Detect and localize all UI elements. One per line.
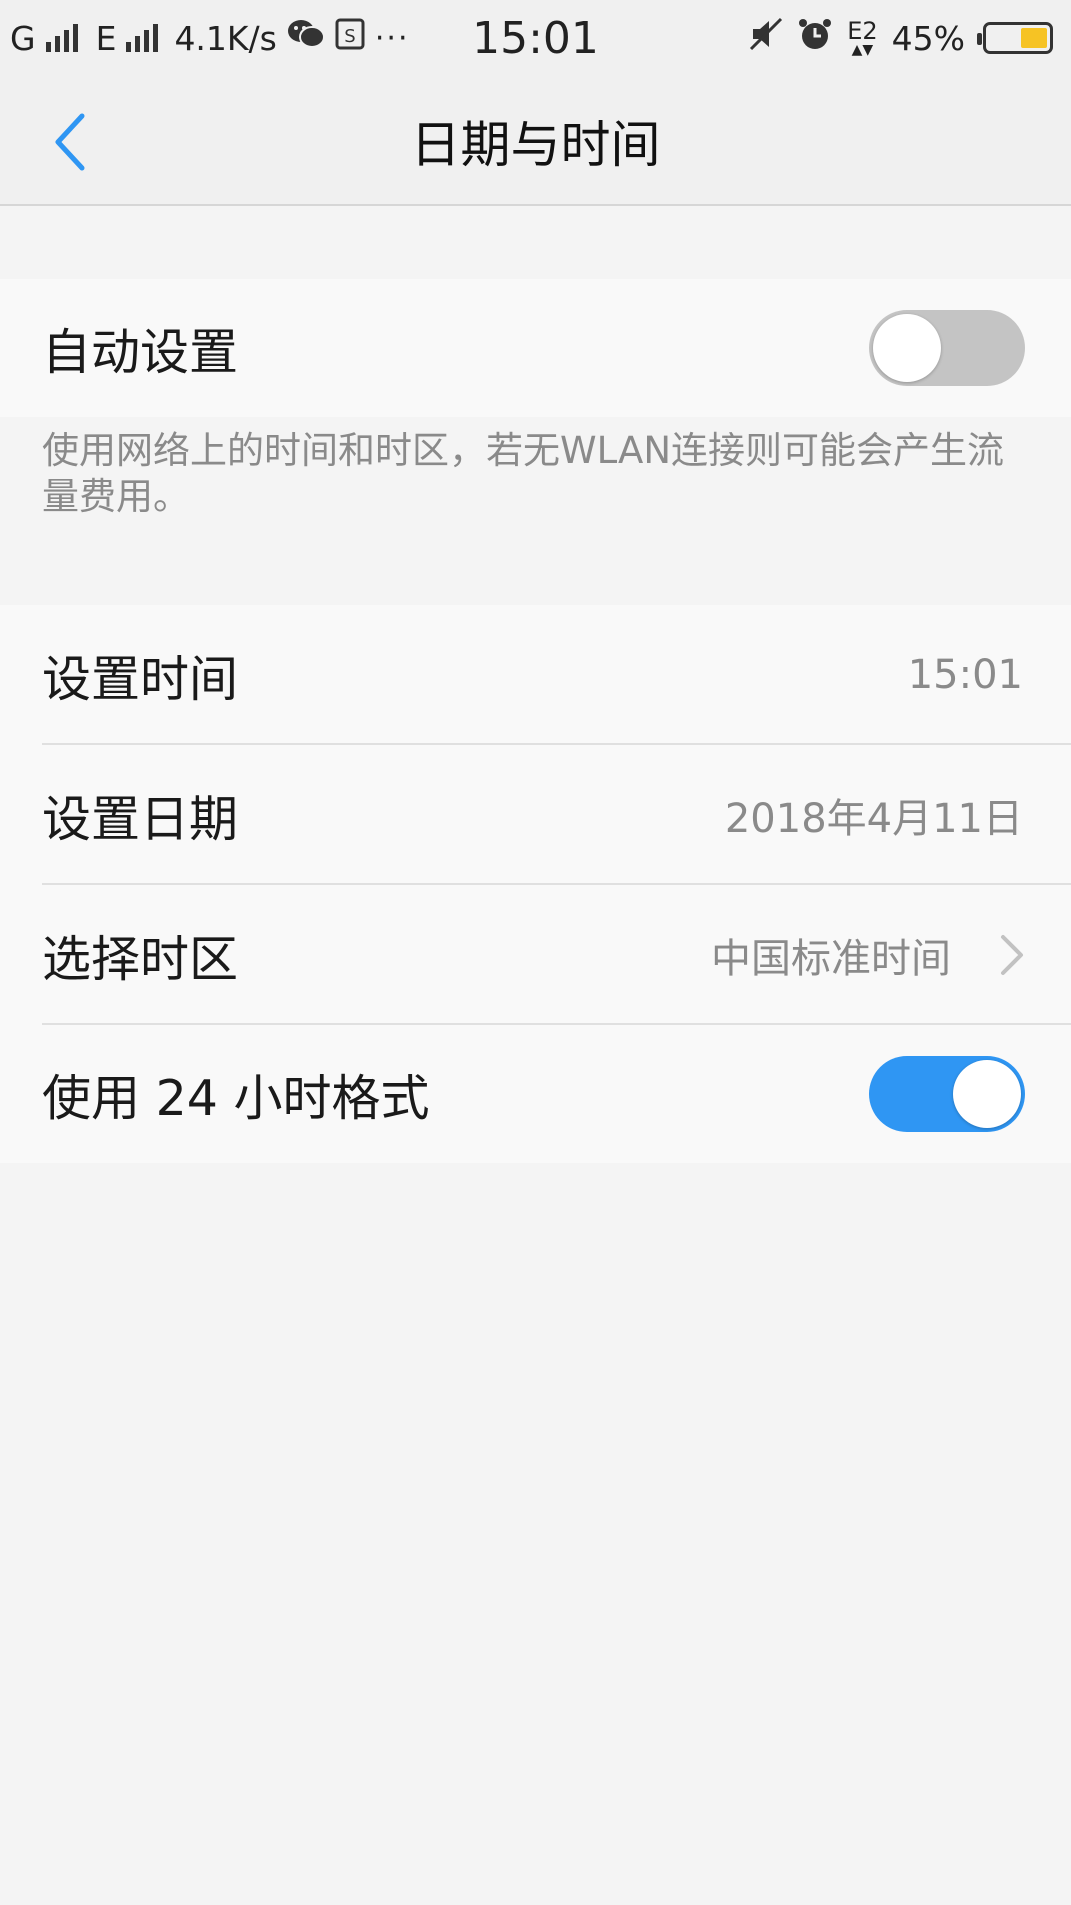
set-date-label: 设置日期	[42, 790, 239, 848]
network-type-icon: E2 ▲▼	[847, 17, 878, 58]
carrier1-label: G	[10, 18, 36, 58]
auto-setting-label: 自动设置	[42, 323, 239, 381]
timezone-value: 中国标准时间	[711, 936, 951, 982]
set-time-row[interactable]: 设置时间 15:01	[0, 605, 1071, 745]
set-time-label: 设置时间	[42, 650, 239, 708]
alarm-icon	[797, 16, 833, 60]
timezone-row[interactable]: 选择时区 中国标准时间	[0, 885, 1071, 1025]
mute-icon	[749, 17, 783, 59]
set-date-row[interactable]: 设置日期 2018年4月11日	[0, 745, 1071, 885]
toggle-knob	[953, 1060, 1021, 1128]
battery-percent: 45%	[891, 18, 965, 58]
svg-text:S: S	[344, 26, 355, 47]
wechat-icon	[287, 18, 325, 58]
status-bar: G E 4.1K/s S ··· 15:01 E2 ▲▼ 45%	[0, 0, 1071, 76]
battery-icon	[977, 22, 1053, 54]
signal-icon	[126, 24, 159, 52]
format24-toggle[interactable]	[869, 1056, 1025, 1132]
format24-label: 使用 24 小时格式	[42, 1069, 430, 1127]
status-bar-left: G E 4.1K/s S ···	[10, 0, 409, 76]
auto-setting-row[interactable]: 自动设置	[0, 279, 1071, 417]
signal-icon	[45, 24, 78, 52]
title-bar: 日期与时间	[0, 76, 1071, 206]
set-time-value: 15:01	[907, 652, 1023, 698]
set-date-value: 2018年4月11日	[724, 796, 1023, 842]
status-bar-right: E2 ▲▼ 45%	[749, 0, 1053, 76]
sim-icon: S	[335, 18, 365, 58]
auto-setting-description: 使用网络上的时间和时区，若无WLAN连接则可能会产生流量费用。	[42, 429, 1005, 518]
toggle-knob	[873, 314, 941, 382]
auto-setting-card: 自动设置	[0, 279, 1071, 417]
auto-setting-toggle[interactable]	[869, 310, 1025, 386]
more-notifications-icon: ···	[374, 20, 410, 56]
time-settings-card: 设置时间 15:01 设置日期 2018年4月11日 选择时区 中国标准时间 使…	[0, 605, 1071, 1163]
carrier2-label: E	[95, 18, 117, 58]
page-title: 日期与时间	[410, 116, 661, 174]
chevron-right-icon	[1001, 935, 1023, 975]
timezone-label: 选择时区	[42, 930, 239, 988]
network-speed: 4.1K/s	[174, 18, 277, 58]
format24-row[interactable]: 使用 24 小时格式	[0, 1025, 1071, 1163]
